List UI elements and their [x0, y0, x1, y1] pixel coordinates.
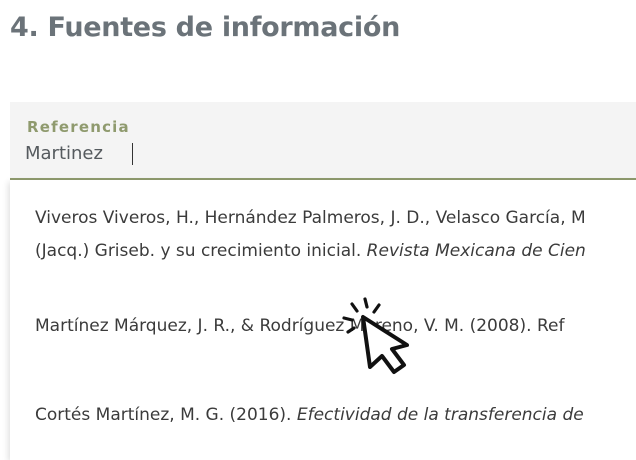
reference-field-label: Referencia: [27, 118, 130, 136]
click-pointer-icon: [342, 297, 409, 374]
reference-field[interactable]: Referencia: [10, 102, 636, 180]
suggestion-title: Efectividad de la transferencia de: [296, 405, 584, 425]
suggestion-line: (Jacq.) Griseb. y su crecimiento inicial…: [35, 235, 636, 268]
suggestion-journal: Revista Mexicana de Cien: [366, 241, 586, 261]
suggestion-line: Viveros Viveros, H., Hernández Palmeros,…: [35, 208, 586, 228]
suggestion-item[interactable]: Cortés Martínez, M. G. (2016). Efectivid…: [35, 399, 636, 432]
suggestion-line: Martínez Márquez, J. R., & Rodríguez Mor…: [35, 316, 565, 336]
section-title: 4. Fuentes de información: [10, 12, 400, 43]
suggestions-dropdown: Viveros Viveros, H., Hernández Palmeros,…: [10, 180, 636, 460]
suggestion-text: Cortés Martínez, M. G. (2016).: [35, 405, 297, 425]
text-caret: [132, 143, 133, 165]
suggestion-item[interactable]: Martínez Márquez, J. R., & Rodríguez Mor…: [35, 310, 636, 343]
reference-input[interactable]: [25, 140, 585, 166]
suggestion-line: Cortés Martínez, M. G. (2016). Efectivid…: [35, 399, 636, 432]
suggestion-text: (Jacq.) Griseb. y su crecimiento inicial…: [35, 241, 367, 261]
suggestion-item[interactable]: Viveros Viveros, H., Hernández Palmeros,…: [35, 202, 636, 268]
